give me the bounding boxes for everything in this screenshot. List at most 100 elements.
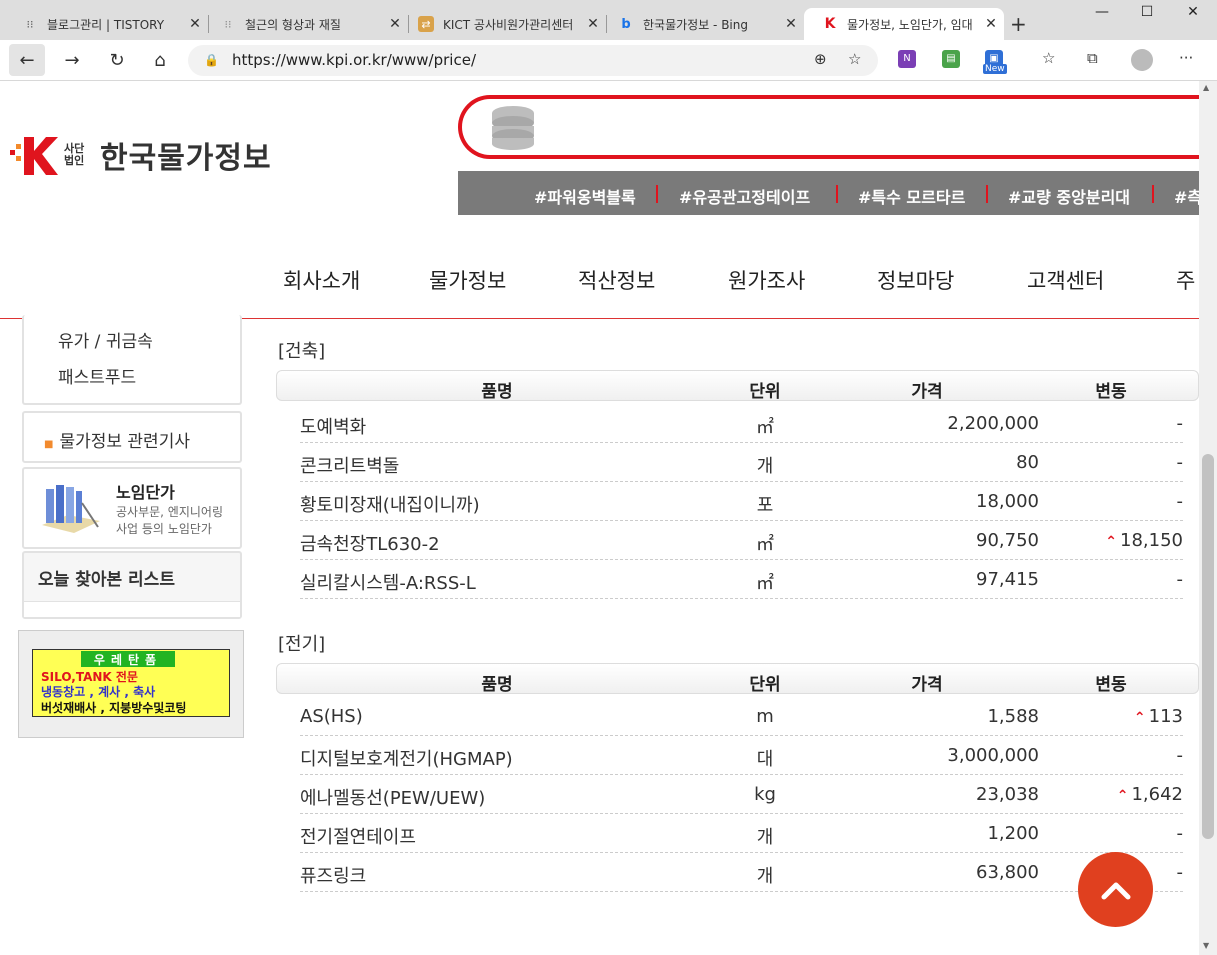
table-row[interactable]: 전기절연테이프 개 1,200 - [300, 814, 1183, 853]
hashtag-link[interactable]: #측 [1174, 184, 1199, 208]
ad-line: 버섯재배사 , 지붕방수및코팅 [41, 701, 187, 715]
extension-icon[interactable]: ▤ [942, 50, 960, 68]
sidebar-item-oil-metal[interactable]: 유가 / 귀금속 [58, 327, 153, 352]
table-row[interactable]: 콘크리트벽돌 개 80 - [300, 443, 1183, 482]
item-price-text: 3,000,000 [947, 745, 1039, 766]
item-name[interactable]: 도예벽화 [300, 413, 366, 439]
sidebar-article-link[interactable]: ■ 물가정보 관련기사 [44, 427, 190, 452]
url-bar[interactable]: 🔒 https://www.kpi.or.kr/www/price/ ⊕ ☆ [188, 45, 878, 76]
hashtag-link[interactable]: #특수 모르타르 [858, 184, 965, 208]
database-icon [490, 105, 536, 151]
browser-tab[interactable]: b 한국물가정보 - Bing ✕ [600, 8, 804, 40]
item-name[interactable]: 에나멜동선(PEW/UEW) [300, 784, 485, 810]
item-price: 3,000,000 [860, 745, 1039, 766]
logo-name: 한국물가정보 [100, 141, 272, 176]
onenote-icon[interactable]: N [898, 50, 916, 68]
sidebar-article-box[interactable]: ■ 물가정보 관련기사 [22, 411, 242, 463]
hashtag-link[interactable]: #유공관고정테이프 [679, 184, 810, 208]
gnb-item-more[interactable]: 주 [1176, 265, 1195, 295]
scroll-up-icon[interactable]: ▲ [1203, 83, 1209, 92]
zoom-icon[interactable]: ⊕ [814, 50, 827, 68]
hashtag-link[interactable]: #교량 중앙분리대 [1008, 184, 1130, 208]
hashtag-divider [836, 185, 838, 203]
scroll-to-top-button[interactable] [1078, 852, 1153, 927]
new-tab-button[interactable]: + [1010, 12, 1027, 36]
table-row[interactable]: 실리칼시스템-A:RSS-L ㎡ 97,415 - [300, 560, 1183, 599]
item-change-text: 18,150 [1120, 530, 1183, 551]
item-unit: 포 [730, 491, 800, 517]
table-row[interactable]: 금속천장TL630-2 ㎡ 90,750 ⌃ 18,150 [300, 521, 1183, 560]
item-change: - [1060, 569, 1184, 590]
item-name[interactable]: AS(HS) [300, 706, 363, 727]
item-change-text: 113 [1148, 706, 1183, 727]
labor-title: 노임단가 [116, 483, 175, 502]
sidebar-menu-box: 유가 / 귀금속 패스트푸드 [22, 315, 242, 405]
gnb-item-estimate[interactable]: 적산정보 [578, 265, 655, 295]
gnb-item-price[interactable]: 물가정보 [429, 265, 506, 295]
recent-list-box: 오늘 찾아본 리스트 [22, 551, 242, 619]
item-unit: m [730, 706, 800, 727]
close-window-icon[interactable]: ✕ [1170, 4, 1216, 28]
maximize-icon[interactable]: ☐ [1124, 4, 1170, 28]
item-name[interactable]: 전기절연테이프 [300, 823, 416, 849]
item-name-text: 도예벽화 [300, 417, 367, 438]
item-name[interactable]: 금속천장TL630-2 [300, 530, 440, 556]
gnb-item-support[interactable]: 고객센터 [1027, 265, 1104, 295]
minimize-icon[interactable]: — [1079, 4, 1125, 28]
browser-tab[interactable]: ⁝⁝ 블로그관리 | TISTORY ✕ [4, 8, 208, 40]
col-header-name: 품명 [481, 675, 513, 695]
item-change-text: - [1176, 413, 1184, 434]
collections-icon[interactable]: ⧉ [1087, 49, 1098, 67]
sidebar-item-fastfood[interactable]: 패스트푸드 [58, 363, 136, 388]
url-text[interactable]: https://www.kpi.or.kr/www/price/ [232, 51, 476, 69]
gnb-item-cost-survey[interactable]: 원가조사 [728, 265, 805, 295]
browser-tab[interactable]: ⇄ KICT 공사비원가관리센터 ✕ [400, 8, 606, 40]
refresh-icon: ↻ [109, 49, 125, 71]
table-row[interactable]: 도예벽화 ㎡ 2,200,000 - [300, 404, 1183, 443]
ad-image[interactable]: 우레탄폼 SILO,TANK 전문 냉동창고 , 계사 , 축사 버섯재배사 ,… [32, 649, 230, 717]
hashtag-link[interactable]: #파워옹벽블록 [534, 184, 636, 208]
forward-button[interactable]: → [54, 44, 90, 76]
site-header: 사단법인 한국물가정보 #파워옹벽블록 #유공관고정테이프 #특수 모르타르 #… [0, 81, 1217, 319]
site-logo[interactable]: 사단법인 한국물가정보 [8, 133, 272, 177]
advertisement-banner[interactable]: 우레탄폼 SILO,TANK 전문 냉동창고 , 계사 , 축사 버섯재배사 ,… [18, 630, 244, 738]
home-button[interactable]: ⌂ [142, 44, 178, 76]
tab-title: 철근의 형상과 재질 [245, 17, 341, 32]
table-row[interactable]: 에나멜동선(PEW/UEW) kg 23,038 ⌃ 1,642 [300, 775, 1183, 814]
table-row[interactable]: 디지털보호계전기(HGMAP) 대 3,000,000 - [300, 736, 1183, 775]
col-header-unit: 단위 [749, 675, 781, 695]
favorites-icon[interactable]: ☆ [1042, 49, 1055, 67]
item-price-text: 2,200,000 [947, 413, 1039, 434]
table-row[interactable]: 황토미장재(내집이니까) 포 18,000 - [300, 482, 1183, 521]
gnb-item-company[interactable]: 회사소개 [283, 265, 360, 295]
ad-line: 우레탄폼 [81, 651, 175, 667]
item-name[interactable]: 디지털보호계전기(HGMAP) [300, 745, 513, 771]
refresh-button[interactable]: ↻ [99, 44, 135, 76]
back-button[interactable]: ← [9, 44, 45, 76]
scroll-down-icon[interactable]: ▼ [1203, 941, 1209, 950]
scrollbar-thumb[interactable] [1202, 454, 1214, 839]
col-header-unit: 단위 [749, 382, 781, 402]
browser-tab[interactable]: ⁝⁝ 철근의 형상과 재질 ✕ [202, 8, 408, 40]
item-unit-text: 개 [756, 456, 774, 477]
table-row[interactable]: AS(HS) m 1,588 ⌃ 113 [300, 697, 1183, 736]
section-title-electric: [전기] [278, 634, 326, 655]
more-icon[interactable]: ··· [1179, 49, 1193, 67]
hashtag-divider [656, 185, 658, 203]
add-favorite-icon[interactable]: ☆ [848, 50, 861, 68]
site-search-box[interactable] [458, 95, 1217, 159]
close-tab-icon[interactable]: ✕ [978, 16, 1004, 32]
gnb-item-info[interactable]: 정보마당 [877, 265, 954, 295]
item-name[interactable]: 콘크리트벽돌 [300, 452, 399, 478]
page-scrollbar[interactable]: ▲ ▼ [1199, 81, 1217, 955]
browser-tab-active[interactable]: K 물가정보, 노임단가, 임대 ✕ [804, 8, 1004, 40]
item-price-text: 63,800 [976, 862, 1039, 883]
item-name-text: 실리칼시스템-A:RSS-L [300, 573, 476, 594]
item-name[interactable]: 퓨즈링크 [300, 862, 366, 888]
profile-avatar[interactable] [1131, 49, 1153, 71]
item-name[interactable]: 실리칼시스템-A:RSS-L [300, 569, 476, 595]
labor-cost-banner[interactable]: 노임단가 공사부문, 엔지니어링 사업 등의 노임단가 [22, 467, 242, 549]
close-tab-icon[interactable]: ✕ [778, 16, 804, 32]
item-name[interactable]: 황토미장재(내집이니까) [300, 491, 480, 517]
table-row[interactable]: 퓨즈링크 개 63,800 - [300, 853, 1183, 892]
